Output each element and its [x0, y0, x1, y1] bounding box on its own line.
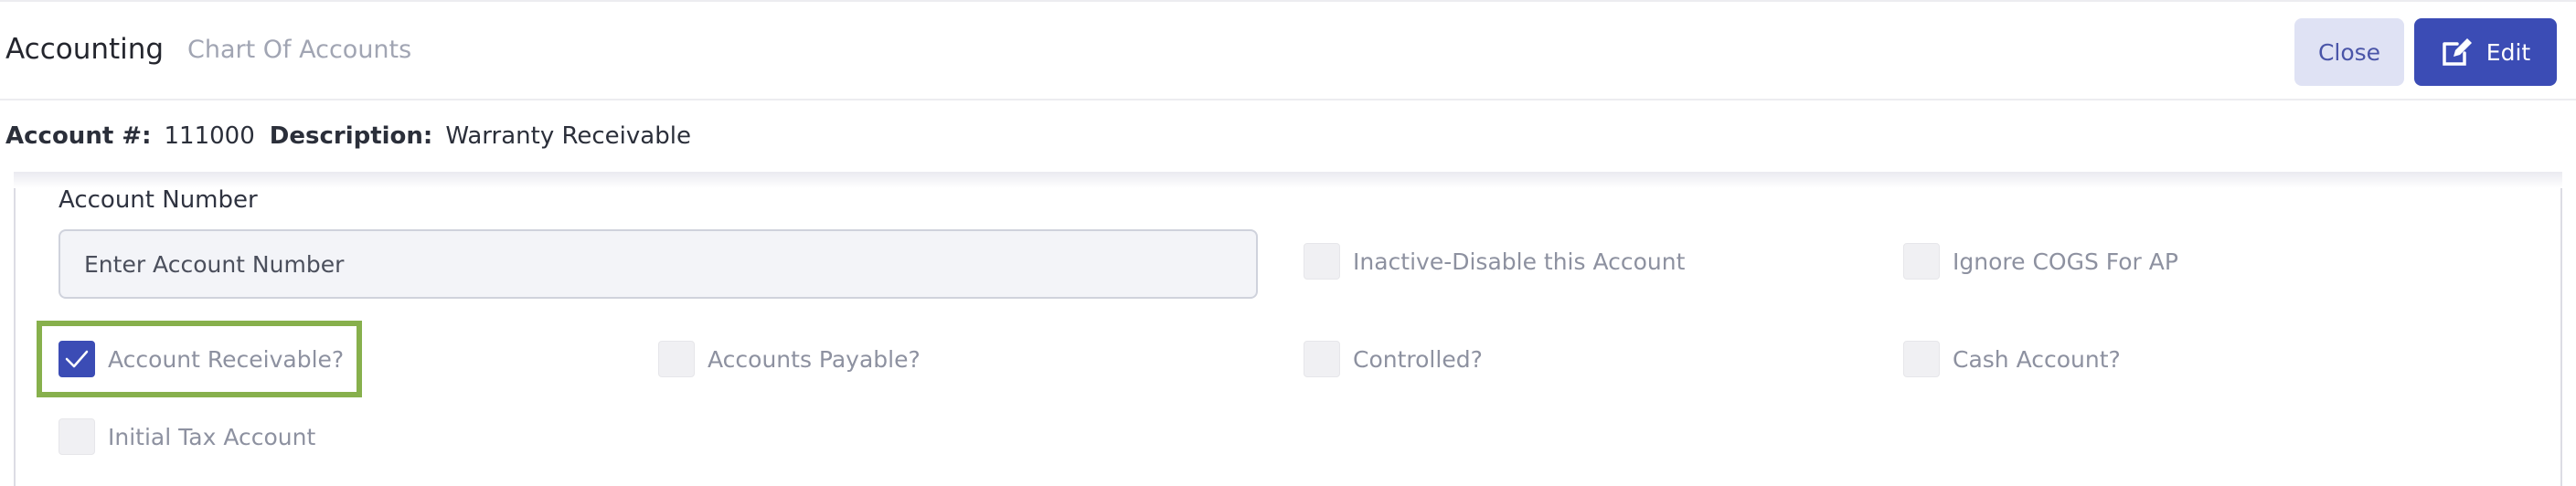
close-button[interactable]: Close [2294, 18, 2404, 86]
controlled-checkbox[interactable]: Controlled? [1304, 341, 1483, 377]
inactive-checkbox-label: Inactive-Disable this Account [1353, 248, 1686, 275]
account-number-field-label: Account Number [59, 186, 258, 214]
form-panel [14, 172, 2562, 486]
account-info-bar: Account #: 111000 Description: Warranty … [0, 100, 2576, 172]
ignore-cogs-checkbox-label: Ignore COGS For AP [1953, 248, 2178, 275]
account-number-label: Account #: [5, 122, 152, 150]
description-value: Warranty Receivable [445, 122, 691, 150]
checkbox-box[interactable] [1304, 341, 1340, 377]
highlight-box [37, 321, 362, 397]
cash-account-checkbox-label: Cash Account? [1953, 345, 2121, 373]
account-number-value: 111000 [164, 122, 255, 150]
edit-pencil-icon [2441, 37, 2474, 68]
edit-button-label: Edit [2486, 38, 2531, 66]
top-bar: Accounting Chart Of Accounts Close Edit [0, 0, 2576, 100]
accounts-payable-checkbox-label: Accounts Payable? [708, 345, 921, 373]
initial-tax-checkbox-label: Initial Tax Account [108, 423, 316, 450]
inactive-checkbox[interactable]: Inactive-Disable this Account [1304, 243, 1685, 280]
accounts-payable-checkbox[interactable]: Accounts Payable? [658, 341, 921, 377]
initial-tax-checkbox[interactable]: Initial Tax Account [59, 418, 315, 455]
app-title: Accounting [5, 33, 165, 66]
checkbox-box[interactable] [1903, 341, 1940, 377]
account-number-input[interactable] [59, 229, 1258, 299]
checkbox-box[interactable] [1304, 243, 1340, 280]
edit-button[interactable]: Edit [2414, 18, 2557, 86]
checkbox-box[interactable] [658, 341, 695, 377]
ignore-cogs-checkbox[interactable]: Ignore COGS For AP [1903, 243, 2178, 280]
description-label: Description: [269, 122, 433, 150]
checkbox-box[interactable] [59, 418, 95, 455]
breadcrumb[interactable]: Chart Of Accounts [187, 36, 411, 64]
panel-shadow [14, 172, 2562, 188]
checkbox-box[interactable] [1903, 243, 1940, 280]
controlled-checkbox-label: Controlled? [1353, 345, 1483, 373]
cash-account-checkbox[interactable]: Cash Account? [1903, 341, 2121, 377]
